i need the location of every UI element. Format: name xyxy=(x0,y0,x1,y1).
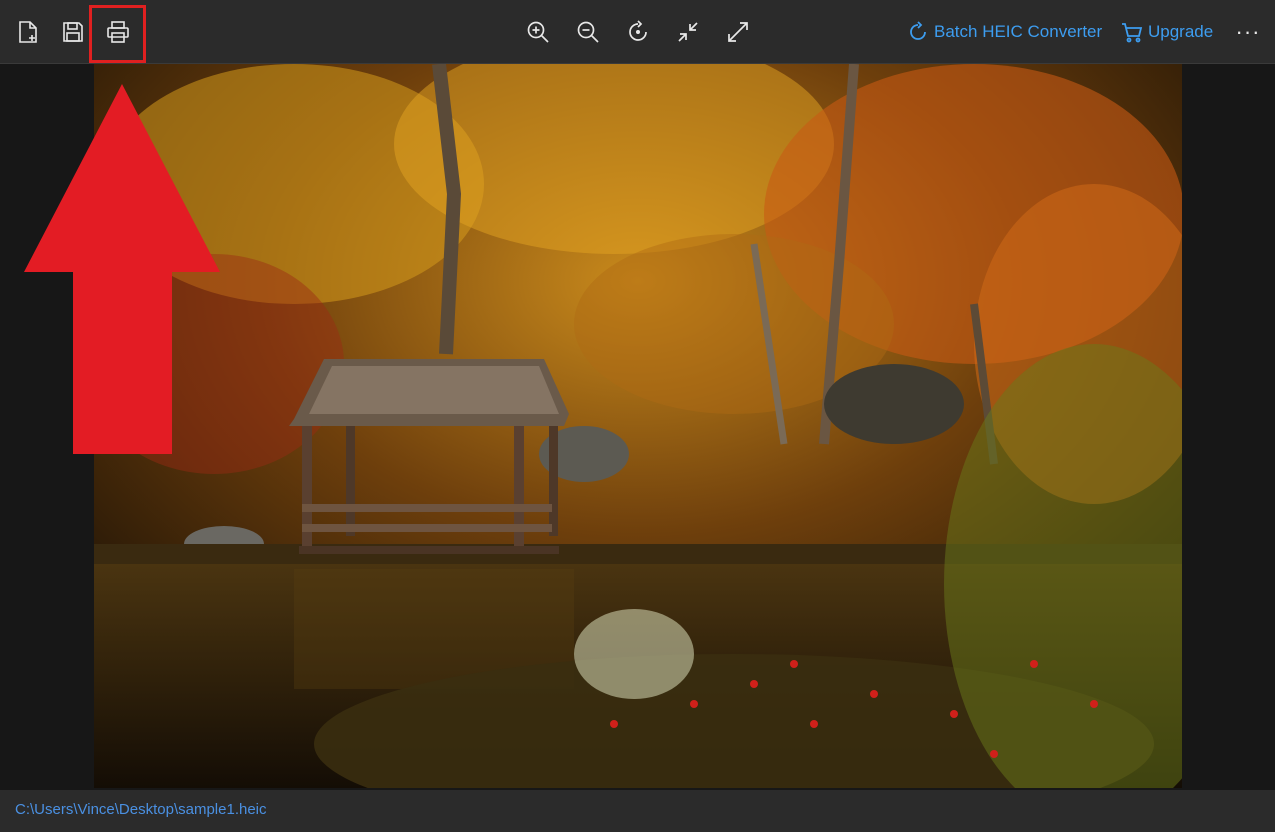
photo-canvas xyxy=(94,64,1182,788)
shrink-icon xyxy=(678,22,698,42)
zoom-out-button[interactable] xyxy=(571,14,605,50)
zoom-out-icon xyxy=(577,21,599,43)
batch-converter-label: Batch HEIC Converter xyxy=(934,22,1103,41)
status-bar: C:\Users\Vince\Desktop\sample1.heic xyxy=(0,790,1275,832)
expand-button[interactable] xyxy=(721,14,755,50)
batch-converter-button[interactable]: Batch HEIC Converter xyxy=(906,18,1102,46)
autumn-pond-gazebo-photo xyxy=(94,64,1182,788)
new-file-button[interactable] xyxy=(11,14,45,50)
rotate-icon xyxy=(629,20,647,41)
rotate-button[interactable] xyxy=(621,14,655,50)
cart-icon xyxy=(1122,23,1143,43)
print-highlight-box xyxy=(89,5,146,63)
red-arrow-annotation xyxy=(24,84,220,454)
shrink-button[interactable] xyxy=(671,14,705,50)
zoom-in-button[interactable] xyxy=(521,14,555,50)
upgrade-button[interactable]: Upgrade xyxy=(1120,18,1213,46)
expand-icon xyxy=(728,22,748,42)
new-file-icon xyxy=(19,21,37,43)
upgrade-label: Upgrade xyxy=(1148,22,1214,41)
file-path-label: C:\Users\Vince\Desktop\sample1.heic xyxy=(15,801,267,818)
refresh-icon xyxy=(910,21,926,40)
save-button[interactable] xyxy=(56,14,90,50)
more-options-button[interactable]: ··· xyxy=(1232,18,1264,46)
save-icon xyxy=(63,22,83,42)
zoom-in-icon xyxy=(527,21,549,43)
toolbar: Batch HEIC Converter Upgrade ··· xyxy=(0,0,1275,64)
